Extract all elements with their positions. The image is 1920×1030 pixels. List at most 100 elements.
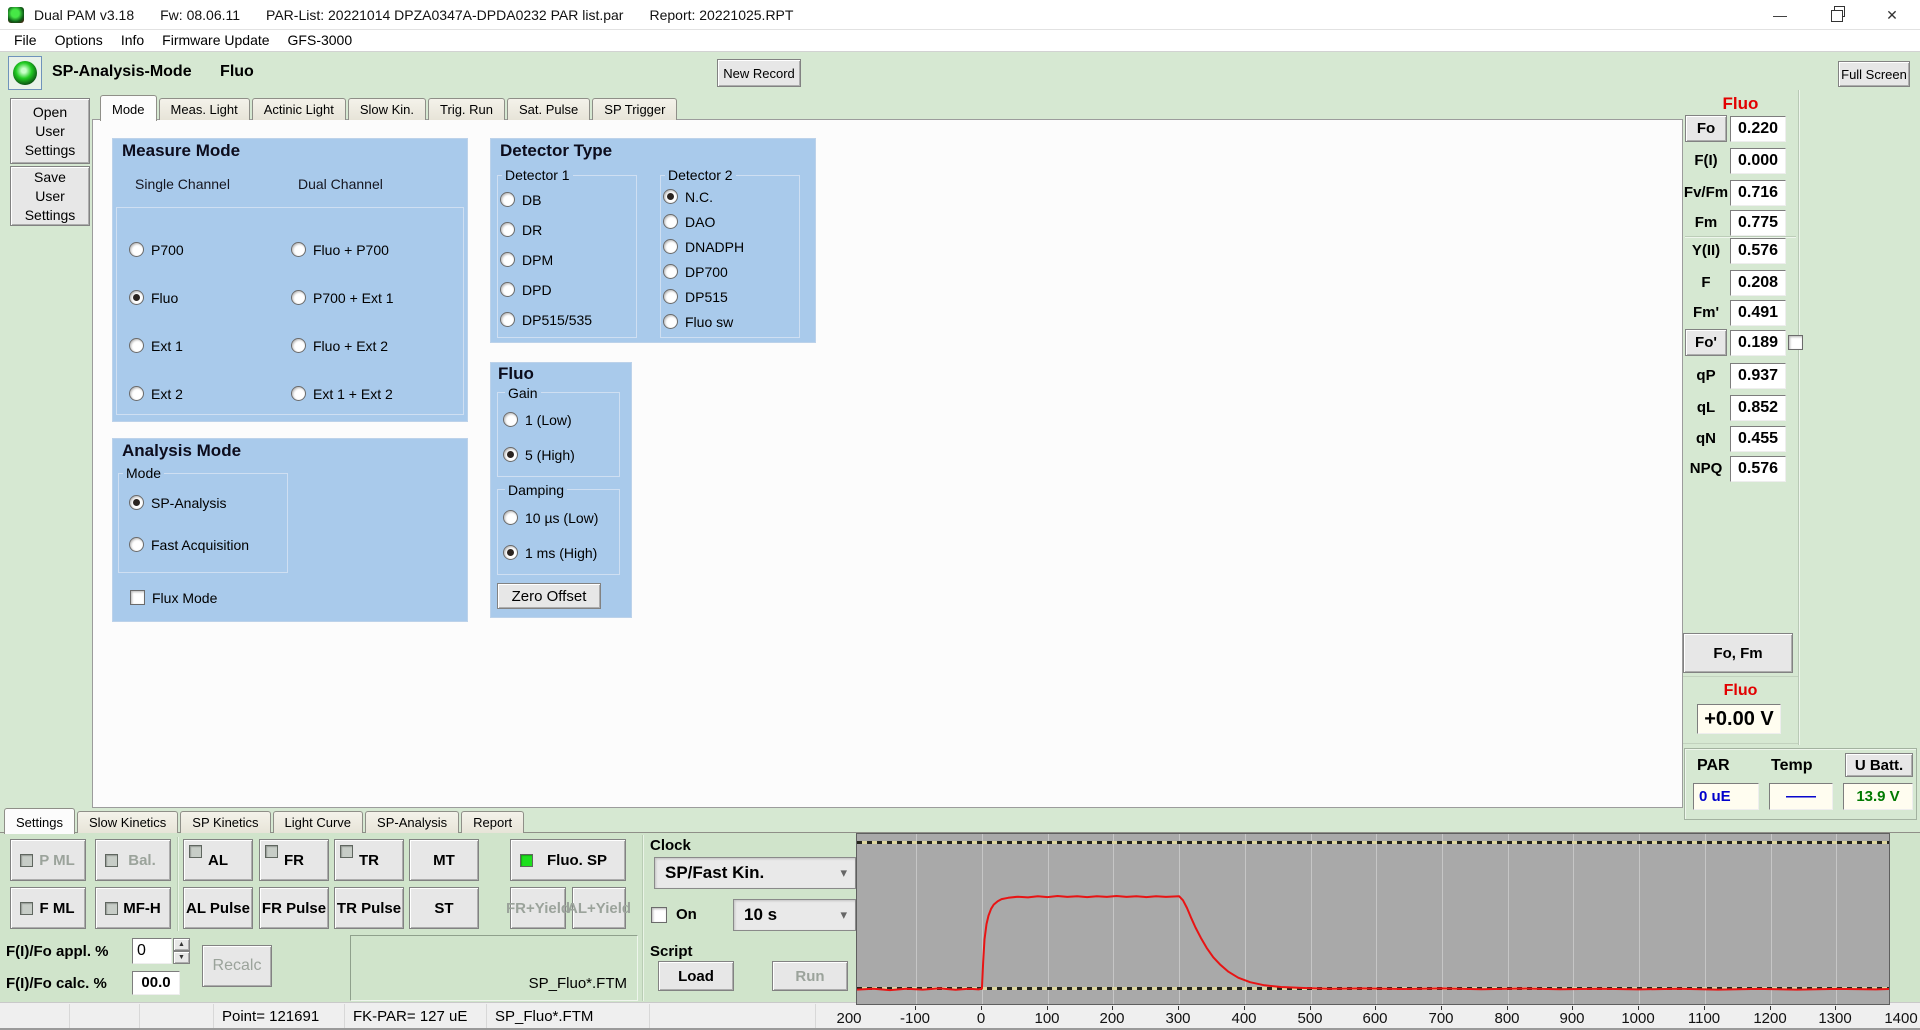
chart-plot-area (857, 834, 1889, 1004)
radio-10-s-low[interactable] (503, 510, 518, 525)
tab-slow-kin[interactable]: Slow Kin. (348, 98, 426, 120)
button-label: TR (359, 852, 379, 869)
window-close-button[interactable]: ✕ (1864, 0, 1920, 30)
button-fr-pulse[interactable]: FR Pulse (259, 887, 329, 929)
tab-actinic-light[interactable]: Actinic Light (252, 98, 346, 120)
button-fluo-sp[interactable]: Fluo. SP (510, 839, 626, 881)
tab-report[interactable]: Report (461, 811, 524, 833)
temp-value: —— (1769, 783, 1833, 810)
button-tr[interactable]: TR (334, 839, 404, 881)
tab-sat-pulse[interactable]: Sat. Pulse (507, 98, 590, 120)
menu-options[interactable]: Options (46, 30, 112, 51)
radio-label: DP515/535 (522, 312, 592, 328)
tab-meas-light[interactable]: Meas. Light (159, 98, 250, 120)
radio-ext-1-ext-2[interactable] (291, 386, 306, 401)
radio-ext-1[interactable] (129, 338, 144, 353)
full-screen-button[interactable]: Full Screen (1838, 61, 1910, 87)
axis-tick-label: 300 (1165, 1010, 1190, 1027)
fo-fm-button[interactable]: Fo, Fm (1683, 633, 1793, 673)
button-al[interactable]: AL (183, 839, 253, 881)
radio-db[interactable] (500, 192, 515, 207)
radio-dp515-535[interactable] (500, 312, 515, 327)
save-user-settings-button[interactable]: Save User Settings (10, 166, 90, 226)
status-sp-fluo-ftm: SP_Fluo*.FTM (487, 1004, 650, 1029)
recalc-button[interactable]: Recalc (202, 945, 272, 987)
led-indicator-al (189, 845, 202, 858)
tab-mode[interactable]: Mode (100, 95, 157, 121)
radio-dr[interactable] (500, 222, 515, 237)
radio-dao[interactable] (663, 214, 678, 229)
button-st[interactable]: ST (409, 887, 479, 929)
radio-n-c[interactable] (663, 189, 678, 204)
window-minimize-button[interactable]: — (1752, 0, 1808, 30)
tab-slow-kinetics[interactable]: Slow Kinetics (77, 811, 178, 833)
button-fr[interactable]: FR (259, 839, 329, 881)
radio-dp700[interactable] (663, 264, 678, 279)
radio-p700-ext-1[interactable] (291, 290, 306, 305)
tab-sp-kinetics[interactable]: SP Kinetics (180, 811, 270, 833)
menu-file[interactable]: File (5, 30, 46, 51)
radio-dpd[interactable] (500, 282, 515, 297)
spinner-down-button[interactable]: ▼ (173, 951, 190, 964)
button-tr-pulse[interactable]: TR Pulse (334, 887, 404, 929)
fluo-voltage-display: +0.00 V (1697, 704, 1781, 734)
button-f-ml[interactable]: F ML (10, 887, 86, 929)
button-fr-yield[interactable]: FR+Yield (510, 887, 566, 929)
tab-settings[interactable]: Settings (4, 808, 75, 834)
tab-light-curve[interactable]: Light Curve (273, 811, 363, 833)
radio-5-high[interactable] (503, 447, 518, 462)
new-record-button[interactable]: New Record (717, 59, 801, 87)
gain-radios: 1 (Low)5 (High) (503, 412, 575, 482)
tab-trig-run[interactable]: Trig. Run (428, 98, 505, 120)
ubatt-value: 13.9 V (1843, 783, 1913, 810)
clock-mode-select[interactable]: SP/Fast Kin. ▾ (654, 857, 856, 889)
button-fo[interactable]: Fo (1685, 115, 1727, 142)
clock-interval-select[interactable]: 10 s ▾ (733, 899, 856, 931)
tab-sp-trigger[interactable]: SP Trigger (592, 98, 677, 120)
button-mf-h[interactable]: MF-H (95, 887, 171, 929)
spinner-up-button[interactable]: ▲ (173, 938, 190, 951)
radio-fast-acquisition[interactable] (129, 537, 144, 552)
tab-sp-analysis[interactable]: SP-Analysis (365, 811, 459, 833)
menu-info[interactable]: Info (112, 30, 153, 51)
radio-dnadph[interactable] (663, 239, 678, 254)
radio-dpm[interactable] (500, 252, 515, 267)
checkbox-fo[interactable] (1788, 335, 1803, 350)
led-indicator-fluo-sp (520, 854, 533, 867)
button-p-ml[interactable]: P ML (10, 839, 86, 881)
radio-fluo-sw[interactable] (663, 314, 678, 329)
status-fk-par-127-ue: FK-PAR= 127 uE (345, 1004, 487, 1029)
menu-gfs-3000[interactable]: GFS-3000 (279, 30, 362, 51)
clock-on-checkbox[interactable] (651, 907, 667, 923)
button-fo[interactable]: Fo' (1685, 329, 1727, 356)
dualpam-logo-icon[interactable] (8, 56, 42, 90)
fo-calc-value: 00.0 (132, 971, 180, 995)
radio-fluo-p700[interactable] (291, 242, 306, 257)
button-al-yield[interactable]: AL+Yield (572, 887, 626, 929)
button-bal[interactable]: Bal. (95, 839, 171, 881)
radio-fluo[interactable] (129, 290, 144, 305)
radio-1-low[interactable] (503, 412, 518, 427)
sidebar-separator (1685, 237, 1796, 238)
radio-sp-analysis[interactable] (129, 495, 144, 510)
open-user-settings-button[interactable]: Open User Settings (10, 98, 90, 164)
radio-label: Fluo + Ext 2 (313, 338, 388, 354)
radio-p700[interactable] (129, 242, 144, 257)
menu-firmware-update[interactable]: Firmware Update (153, 30, 278, 51)
script-load-button[interactable]: Load (658, 961, 734, 991)
radio-ext-2[interactable] (129, 386, 144, 401)
fo-appl-input[interactable] (132, 938, 172, 964)
detector2-radios: N.C.DAODNADPHDP700DP515Fluo sw (663, 189, 744, 339)
chevron-down-icon: ▾ (840, 865, 855, 881)
radio-1-ms-high[interactable] (503, 545, 518, 560)
button-mt[interactable]: MT (409, 839, 479, 881)
window-restore-button[interactable] (1808, 0, 1864, 30)
zero-offset-button[interactable]: Zero Offset (497, 583, 601, 609)
window-controls: — ✕ (1752, 0, 1920, 30)
button-al-pulse[interactable]: AL Pulse (183, 887, 253, 929)
radio-fluo-ext-2[interactable] (291, 338, 306, 353)
axis-tick-label: 700 (1428, 1010, 1453, 1027)
radio-dp515[interactable] (663, 289, 678, 304)
flux-mode-checkbox[interactable] (130, 590, 145, 605)
script-run-button[interactable]: Run (772, 961, 848, 991)
